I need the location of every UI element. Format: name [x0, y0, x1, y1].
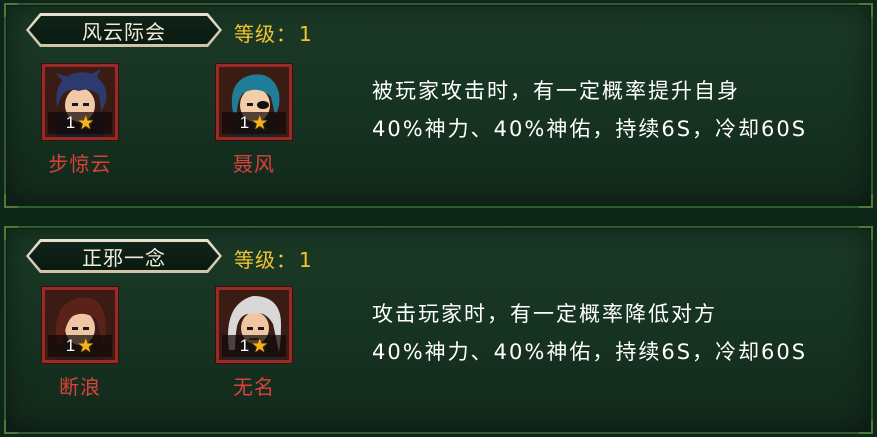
- combo-title-tab: 正邪一念: [26, 239, 222, 273]
- level-value: 1: [299, 248, 313, 272]
- combo-level: 等级： 1: [234, 18, 313, 47]
- hero-level-bar: 1 ★: [48, 112, 112, 134]
- hero-level-bar: 1 ★: [222, 112, 286, 134]
- star-icon: ★: [77, 111, 95, 134]
- hero-portrait[interactable]: 1 ★: [42, 287, 118, 363]
- description-line: 40%神力、40%神佑，持续6S，冷却60S: [372, 340, 808, 364]
- combo-title: 风云际会: [29, 16, 219, 44]
- hero-level-bar: 1 ★: [222, 335, 286, 357]
- hero-name: 无名: [233, 375, 275, 399]
- description-line: 被玩家攻击时，有一定概率提升自身: [372, 79, 740, 103]
- combo-title: 正邪一念: [29, 242, 219, 270]
- level-value: 1: [299, 22, 313, 46]
- corner-ornament: [859, 226, 873, 240]
- star-icon: ★: [77, 334, 95, 357]
- hero-level: 1: [239, 113, 250, 132]
- combo-title-tab: 风云际会: [26, 13, 222, 47]
- hero-level: 1: [65, 336, 76, 355]
- corner-ornament: [4, 194, 18, 208]
- description-line: 攻击玩家时，有一定概率降低对方: [372, 302, 717, 326]
- combo-panel-1: 风云际会 等级： 1 1 ★ 步惊云 1 ★ 聂风 被玩家攻击时，有一定概率提升…: [4, 3, 873, 208]
- corner-ornament: [4, 226, 18, 240]
- hero-level: 1: [239, 336, 250, 355]
- hero-level: 1: [65, 113, 76, 132]
- combo-description: 被玩家攻击时，有一定概率提升自身 40%神力、40%神佑，持续6S，冷却60S: [372, 72, 807, 148]
- hero-portrait[interactable]: 1 ★: [216, 287, 292, 363]
- combo-panel-2: 正邪一念 等级： 1 1 ★ 断浪 1 ★ 无名 攻击玩家时，有一定概率降低对方…: [4, 226, 873, 434]
- hero-name: 步惊云: [48, 152, 112, 176]
- hero-name: 断浪: [59, 375, 101, 399]
- corner-ornament: [859, 194, 873, 208]
- star-icon: ★: [251, 334, 269, 357]
- star-icon: ★: [251, 111, 269, 134]
- level-label: 等级：: [234, 22, 297, 46]
- combo-level: 等级： 1: [234, 244, 313, 273]
- hero-portrait[interactable]: 1 ★: [216, 64, 292, 140]
- hero-portrait[interactable]: 1 ★: [42, 64, 118, 140]
- hero-level-bar: 1 ★: [48, 335, 112, 357]
- corner-ornament: [859, 420, 873, 434]
- level-label: 等级：: [234, 248, 297, 272]
- corner-ornament: [859, 3, 873, 17]
- corner-ornament: [4, 420, 18, 434]
- hero-card[interactable]: 1 ★ 无名: [216, 287, 292, 399]
- hero-name: 聂风: [233, 152, 275, 176]
- combo-description: 攻击玩家时，有一定概率降低对方 40%神力、40%神佑，持续6S，冷却60S: [372, 295, 807, 371]
- corner-ornament: [4, 3, 18, 17]
- hero-card[interactable]: 1 ★ 聂风: [216, 64, 292, 176]
- hero-card[interactable]: 1 ★ 断浪: [42, 287, 118, 399]
- hero-card[interactable]: 1 ★ 步惊云: [42, 64, 118, 176]
- description-line: 40%神力、40%神佑，持续6S，冷却60S: [372, 117, 808, 141]
